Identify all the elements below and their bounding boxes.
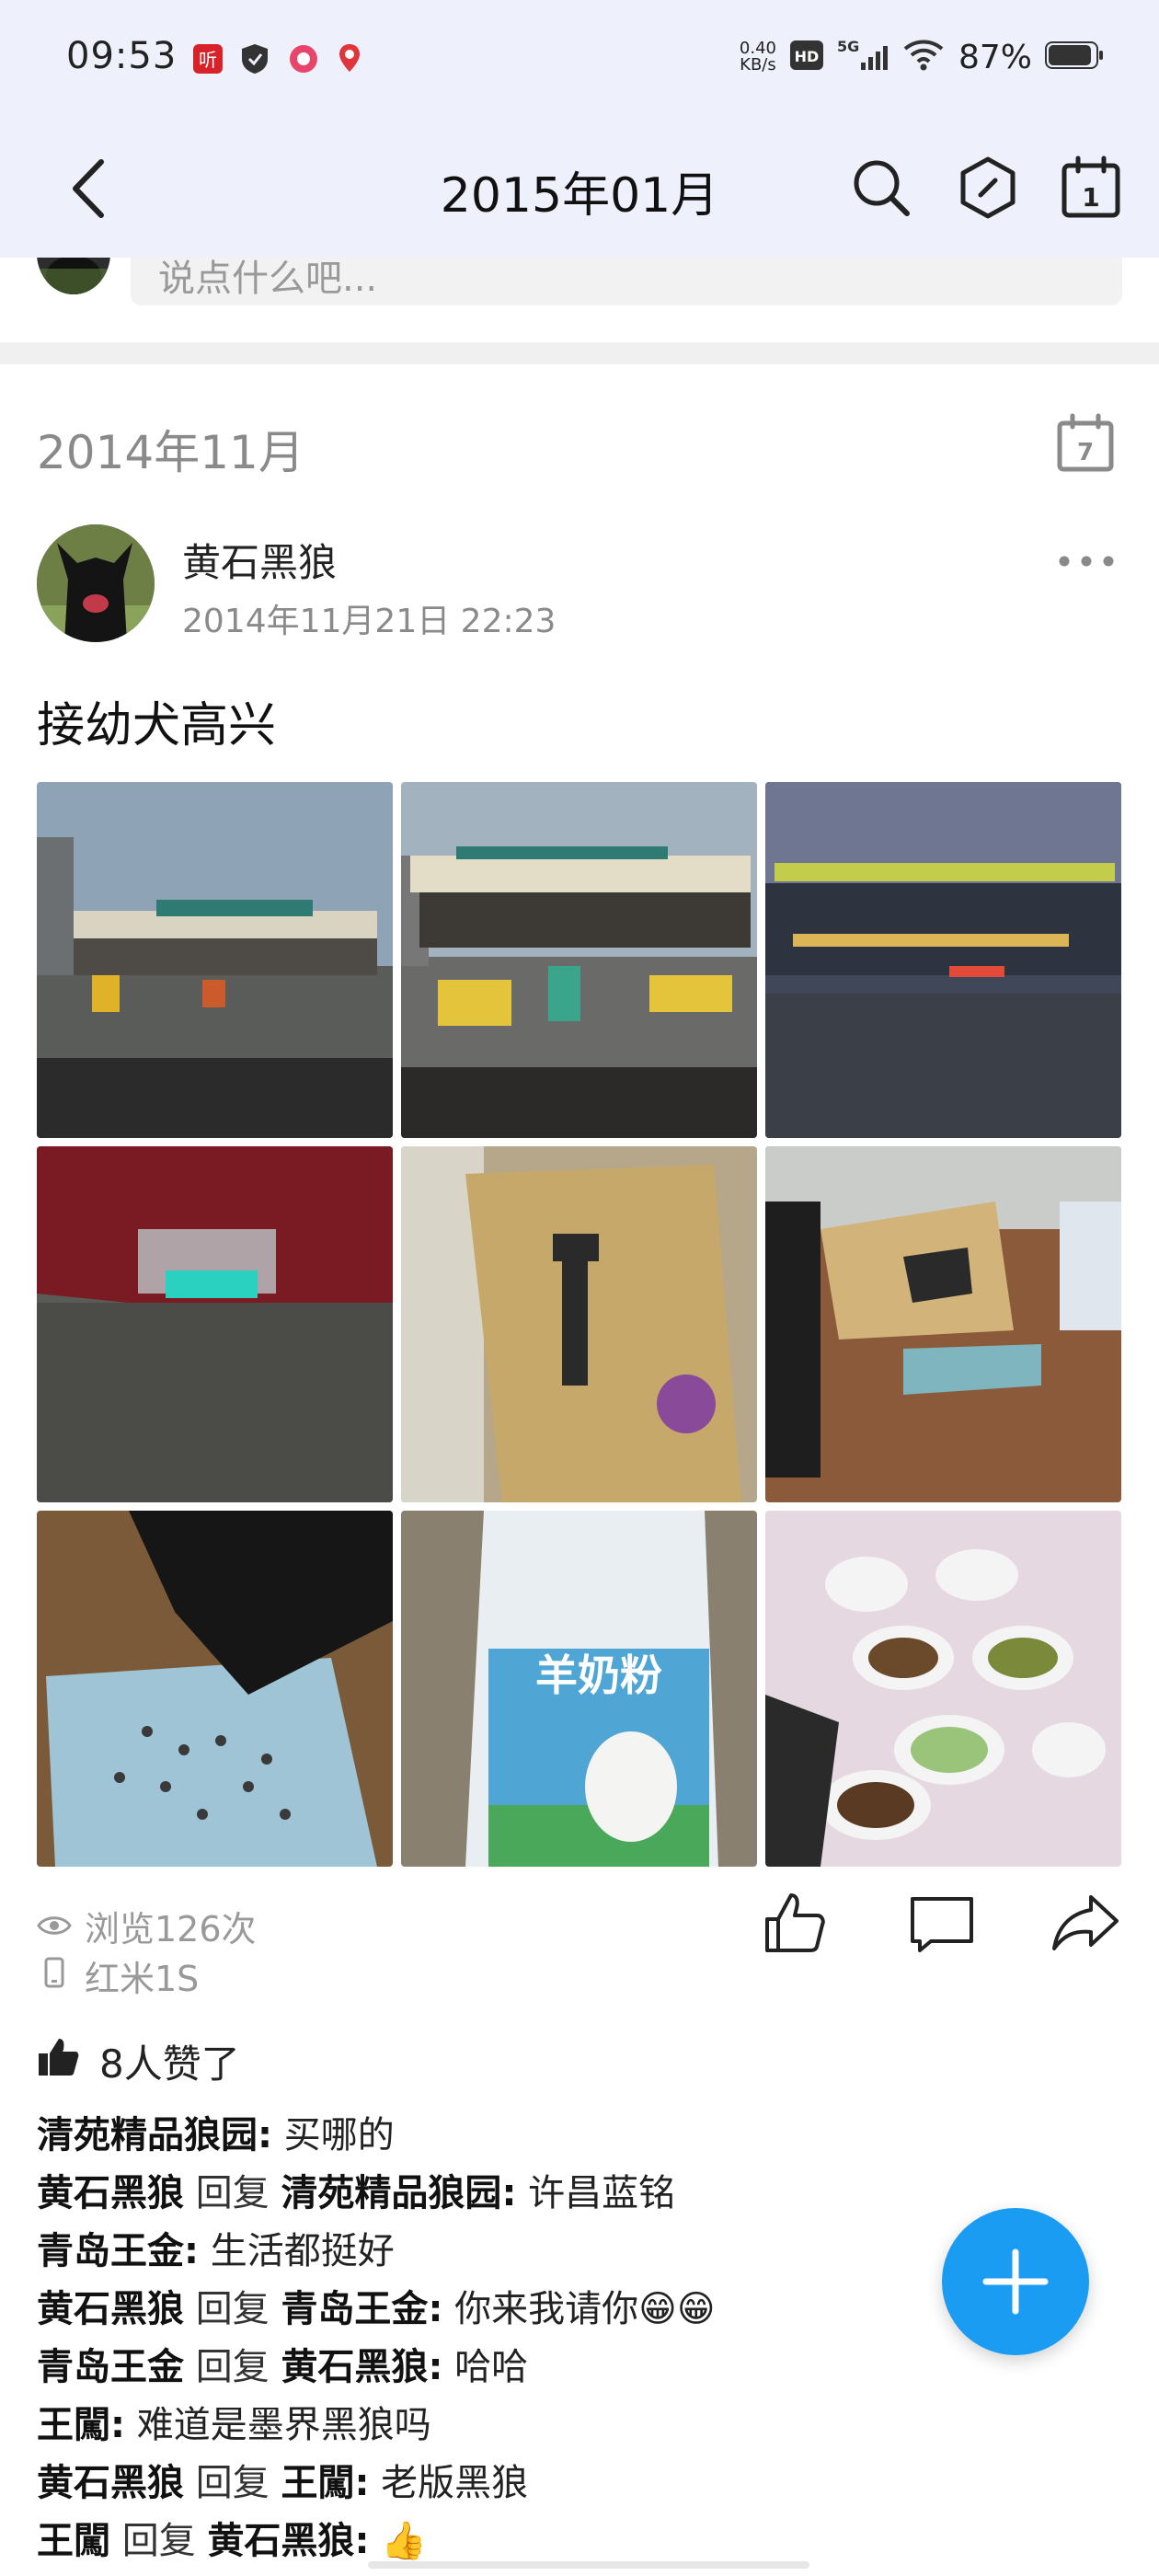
- plus-icon: [982, 2248, 1049, 2315]
- comment-author[interactable]: 青岛王金: [37, 2230, 184, 2272]
- section-month-title: 2014年11月: [37, 426, 304, 479]
- wifi-icon: [901, 38, 946, 76]
- photo-goat-milk-powder[interactable]: 羊奶粉: [401, 1511, 757, 1867]
- ting-app-icon: 听: [191, 42, 224, 79]
- reply-word: 回复: [195, 2462, 270, 2504]
- phone-icon: [37, 1956, 72, 1996]
- photo-toll-gate-2[interactable]: [401, 782, 757, 1138]
- tag-hexagon-button[interactable]: [955, 155, 1021, 221]
- photo-grid: 羊奶粉: [37, 782, 1122, 1868]
- comment-text: 你来我请你😁😁: [454, 2288, 716, 2330]
- view-count-text: 浏览126次: [85, 1909, 257, 1949]
- reply-word: 回复: [195, 2172, 270, 2214]
- hd-icon: HD: [789, 40, 824, 75]
- svg-text:羊奶粉: 羊奶粉: [535, 1650, 662, 1700]
- comment-text: 哈哈: [454, 2346, 529, 2388]
- eye-icon: [37, 1906, 72, 1947]
- more-options-icon[interactable]: [1056, 543, 1117, 580]
- photo-red-car[interactable]: [37, 1146, 393, 1502]
- likes-text: 8人赞了: [99, 2041, 240, 2087]
- photo-cardboard-box[interactable]: [401, 1146, 757, 1502]
- comment-item[interactable]: 王闖: 难道是墨界黑狼吗: [37, 2397, 1122, 2455]
- post-text: 接幼犬高兴: [37, 698, 277, 753]
- photo-puppy-eating[interactable]: [37, 1511, 393, 1867]
- net-speed: 0.40 KB/s: [740, 40, 776, 74]
- svg-text:HD: HD: [795, 48, 820, 65]
- comment-text: 买哪的: [283, 2114, 395, 2156]
- reply-target[interactable]: 黄石黑狼: [281, 2346, 428, 2388]
- comment-text: 生活都挺好: [210, 2230, 395, 2272]
- photo-box-and-tray[interactable]: [765, 1146, 1121, 1502]
- comment-item[interactable]: 清苑精品狼园: 买哪的: [37, 2107, 1122, 2165]
- svg-text:7: 7: [1077, 439, 1094, 466]
- comment-button[interactable]: [907, 1888, 977, 1958]
- comment-text: 老版黑狼: [381, 2462, 529, 2504]
- svg-text:1: 1: [1082, 182, 1099, 213]
- photo-toll-gate-1[interactable]: [37, 782, 393, 1138]
- app-notification-icon: [287, 42, 320, 79]
- reply-target[interactable]: 王闖: [281, 2462, 354, 2504]
- reply-word: 回复: [195, 2346, 270, 2388]
- shield-icon: [239, 42, 270, 79]
- author-name[interactable]: 黄石黑狼: [182, 532, 337, 588]
- status-bar: 09:53 听 0.40 KB/s HD 5G 87%: [0, 28, 1159, 101]
- device-text: 红米1S: [85, 1959, 200, 1999]
- comment-author[interactable]: 清苑精品狼园: [37, 2114, 258, 2156]
- photo-dinner-table[interactable]: [765, 1511, 1121, 1867]
- reply-target[interactable]: 黄石黑狼: [207, 2520, 354, 2562]
- section-calendar-icon[interactable]: 7: [1054, 412, 1117, 475]
- comment-author[interactable]: 黄石黑狼: [37, 2172, 184, 2214]
- search-button[interactable]: [848, 155, 914, 221]
- comment-author[interactable]: 黄石黑狼: [37, 2462, 184, 2504]
- reply-word: 回复: [195, 2288, 270, 2330]
- net-speed-unit: KB/s: [740, 55, 776, 75]
- device-info: 红米1S: [37, 1950, 199, 2001]
- likes-summary[interactable]: 8人赞了: [37, 2033, 240, 2089]
- comment-text: 难道是墨界黑狼吗: [136, 2404, 431, 2446]
- like-button[interactable]: [760, 1888, 830, 1958]
- battery-icon: [1045, 40, 1104, 75]
- reply-word: 回复: [121, 2520, 196, 2562]
- top-header: 09:53 听 0.40 KB/s HD 5G 87% 2015年01月 1: [0, 0, 1159, 258]
- author-avatar[interactable]: [37, 524, 155, 642]
- signal-5g-icon: 5G: [837, 37, 889, 77]
- home-indicator[interactable]: [368, 2561, 809, 2569]
- calendar-button[interactable]: 1: [1058, 155, 1124, 221]
- post-time: 2014年11月21日 22:23: [182, 603, 557, 640]
- view-count: 浏览126次: [37, 1901, 257, 1951]
- svg-text:5G: 5G: [837, 38, 859, 55]
- svg-text:听: 听: [199, 49, 217, 71]
- comment-author[interactable]: 王闖: [37, 2404, 110, 2446]
- comment-author[interactable]: 王闖: [37, 2520, 110, 2562]
- battery-percent: 87%: [958, 38, 1032, 76]
- status-right: 0.40 KB/s HD 5G 87%: [740, 37, 1104, 77]
- add-post-button[interactable]: [942, 2208, 1089, 2355]
- comment-item[interactable]: 黄石黑狼 回复 王闖: 老版黑狼: [37, 2455, 1122, 2513]
- comment-author[interactable]: 黄石黑狼: [37, 2288, 184, 2330]
- share-button[interactable]: [1050, 1888, 1120, 1958]
- thumbs-up-icon: [37, 2037, 79, 2087]
- location-pin-icon: [335, 42, 364, 79]
- section-divider: [0, 342, 1159, 364]
- reply-target[interactable]: 青岛王金: [281, 2288, 428, 2330]
- status-time: 09:53: [66, 35, 178, 77]
- comment-text: 👍: [381, 2520, 427, 2562]
- reply-target[interactable]: 清苑精品狼园: [281, 2172, 501, 2214]
- nav-bar: 2015年01月 1: [0, 138, 1159, 239]
- comment-author[interactable]: 青岛王金: [37, 2346, 184, 2388]
- comment-text: 许昌蓝铭: [528, 2172, 676, 2214]
- photo-service-area-night[interactable]: [765, 782, 1121, 1138]
